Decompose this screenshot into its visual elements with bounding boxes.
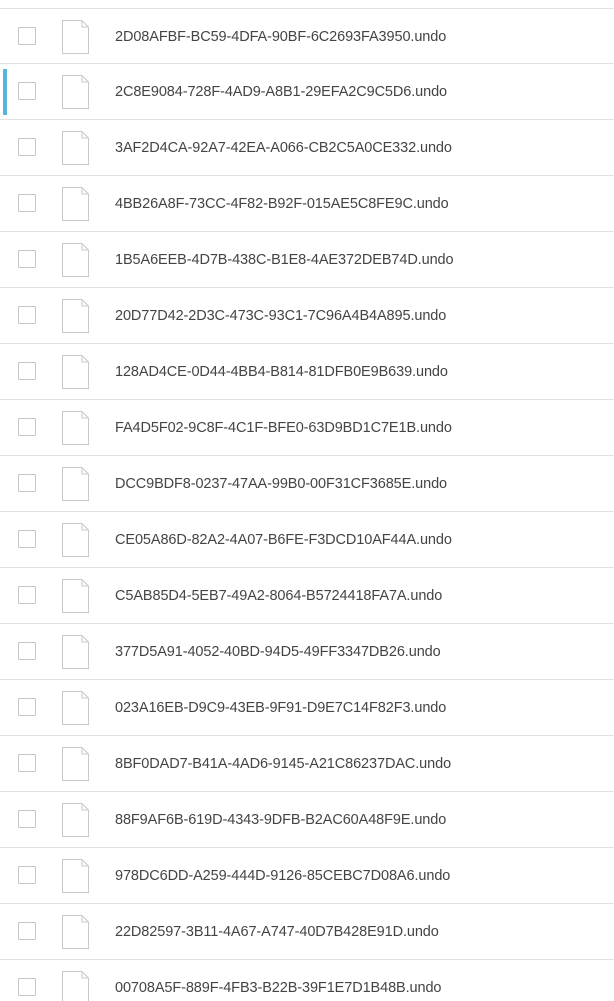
file-name[interactable]: DCC9BDF8-0237-47AA-99B0-00F31CF3685E.und… <box>115 456 447 512</box>
row-checkbox-6[interactable] <box>18 306 36 324</box>
file-row-14[interactable]: 8BF0DAD7-B41A-4AD6-9145-A21C86237DAC.und… <box>0 736 614 792</box>
file-name[interactable]: FA4D5F02-9C8F-4C1F-BFE0-63D9BD1C7E1B.und… <box>115 400 452 456</box>
row-checkbox-9[interactable] <box>18 474 36 492</box>
file-row-15[interactable]: 88F9AF6B-619D-4343-9DFB-B2AC60A48F9E.und… <box>0 792 614 848</box>
file-name[interactable]: CE05A86D-82A2-4A07-B6FE-F3DCD10AF44A.und… <box>115 512 452 568</box>
row-checkbox-13[interactable] <box>18 698 36 716</box>
file-name[interactable]: C5AB85D4-5EB7-49A2-8064-B5724418FA7A.und… <box>115 568 442 624</box>
document-icon <box>62 747 89 781</box>
file-row-16[interactable]: 978DC6DD-A259-444D-9126-85CEBC7D08A6.und… <box>0 848 614 904</box>
file-name[interactable]: 8BF0DAD7-B41A-4AD6-9145-A21C86237DAC.und… <box>115 736 451 792</box>
row-checkbox-4[interactable] <box>18 194 36 212</box>
row-checkbox-11[interactable] <box>18 586 36 604</box>
document-icon <box>62 523 89 557</box>
file-name[interactable]: 20D77D42-2D3C-473C-93C1-7C96A4B4A895.und… <box>115 288 446 344</box>
document-icon <box>62 579 89 613</box>
file-row-5[interactable]: 1B5A6EEB-4D7B-438C-B1E8-4AE372DEB74D.und… <box>0 232 614 288</box>
row-checkbox-5[interactable] <box>18 250 36 268</box>
document-icon <box>62 187 89 221</box>
row-checkbox-18[interactable] <box>18 978 36 996</box>
document-icon <box>62 411 89 445</box>
file-name[interactable]: 3AF2D4CA-92A7-42EA-A066-CB2C5A0CE332.und… <box>115 120 452 176</box>
file-row-7[interactable]: 128AD4CE-0D44-4BB4-B814-81DFB0E9B639.und… <box>0 344 614 400</box>
file-row-8[interactable]: FA4D5F02-9C8F-4C1F-BFE0-63D9BD1C7E1B.und… <box>0 400 614 456</box>
file-name[interactable]: 1B5A6EEB-4D7B-438C-B1E8-4AE372DEB74D.und… <box>115 232 454 288</box>
document-icon <box>62 691 89 725</box>
row-checkbox-1[interactable] <box>18 27 36 45</box>
row-checkbox-2[interactable] <box>18 82 36 100</box>
row-checkbox-3[interactable] <box>18 138 36 156</box>
file-name[interactable]: 88F9AF6B-619D-4343-9DFB-B2AC60A48F9E.und… <box>115 792 446 848</box>
file-row-4[interactable]: 4BB26A8F-73CC-4F82-B92F-015AE5C8FE9C.und… <box>0 176 614 232</box>
file-row-12[interactable]: 377D5A91-4052-40BD-94D5-49FF3347DB26.und… <box>0 624 614 680</box>
row-checkbox-17[interactable] <box>18 922 36 940</box>
document-icon <box>62 859 89 893</box>
file-name[interactable]: 22D82597-3B11-4A67-A747-40D7B428E91D.und… <box>115 904 439 960</box>
document-icon <box>62 803 89 837</box>
file-name[interactable]: 023A16EB-D9C9-43EB-9F91-D9E7C14F82F3.und… <box>115 680 446 736</box>
row-checkbox-7[interactable] <box>18 362 36 380</box>
file-row-9[interactable]: DCC9BDF8-0237-47AA-99B0-00F31CF3685E.und… <box>0 456 614 512</box>
file-name[interactable]: 128AD4CE-0D44-4BB4-B814-81DFB0E9B639.und… <box>115 344 448 400</box>
row-checkbox-14[interactable] <box>18 754 36 772</box>
file-row-1[interactable]: 2D08AFBF-BC59-4DFA-90BF-6C2693FA3950.und… <box>0 8 614 64</box>
row-checkbox-15[interactable] <box>18 810 36 828</box>
document-icon <box>62 635 89 669</box>
row-checkbox-10[interactable] <box>18 530 36 548</box>
file-row-18[interactable]: 00708A5F-889F-4FB3-B22B-39F1E7D1B48B.und… <box>0 960 614 1001</box>
file-row-13[interactable]: 023A16EB-D9C9-43EB-9F91-D9E7C14F82F3.und… <box>0 680 614 736</box>
row-checkbox-8[interactable] <box>18 418 36 436</box>
file-name[interactable]: 4BB26A8F-73CC-4F82-B92F-015AE5C8FE9C.und… <box>115 176 449 232</box>
file-row-3[interactable]: 3AF2D4CA-92A7-42EA-A066-CB2C5A0CE332.und… <box>0 120 614 176</box>
document-icon <box>62 299 89 333</box>
file-row-11[interactable]: C5AB85D4-5EB7-49A2-8064-B5724418FA7A.und… <box>0 568 614 624</box>
document-icon <box>62 131 89 165</box>
active-row-marker <box>3 69 7 115</box>
document-icon <box>62 20 89 54</box>
row-checkbox-16[interactable] <box>18 866 36 884</box>
file-name[interactable]: 377D5A91-4052-40BD-94D5-49FF3347DB26.und… <box>115 624 441 680</box>
file-row-17[interactable]: 22D82597-3B11-4A67-A747-40D7B428E91D.und… <box>0 904 614 960</box>
row-checkbox-12[interactable] <box>18 642 36 660</box>
document-icon <box>62 75 89 109</box>
file-row-2[interactable]: 2C8E9084-728F-4AD9-A8B1-29EFA2C9C5D6.und… <box>0 64 614 120</box>
file-name[interactable]: 00708A5F-889F-4FB3-B22B-39F1E7D1B48B.und… <box>115 960 441 1001</box>
document-icon <box>62 971 89 1001</box>
file-row-10[interactable]: CE05A86D-82A2-4A07-B6FE-F3DCD10AF44A.und… <box>0 512 614 568</box>
file-name[interactable]: 2C8E9084-728F-4AD9-A8B1-29EFA2C9C5D6.und… <box>115 64 447 120</box>
file-name[interactable]: 978DC6DD-A259-444D-9126-85CEBC7D08A6.und… <box>115 848 450 904</box>
file-row-6[interactable]: 20D77D42-2D3C-473C-93C1-7C96A4B4A895.und… <box>0 288 614 344</box>
document-icon <box>62 355 89 389</box>
document-icon <box>62 243 89 277</box>
document-icon <box>62 467 89 501</box>
file-list: 2D08AFBF-BC59-4DFA-90BF-6C2693FA3950.und… <box>0 0 614 1001</box>
document-icon <box>62 915 89 949</box>
file-name[interactable]: 2D08AFBF-BC59-4DFA-90BF-6C2693FA3950.und… <box>115 9 446 65</box>
